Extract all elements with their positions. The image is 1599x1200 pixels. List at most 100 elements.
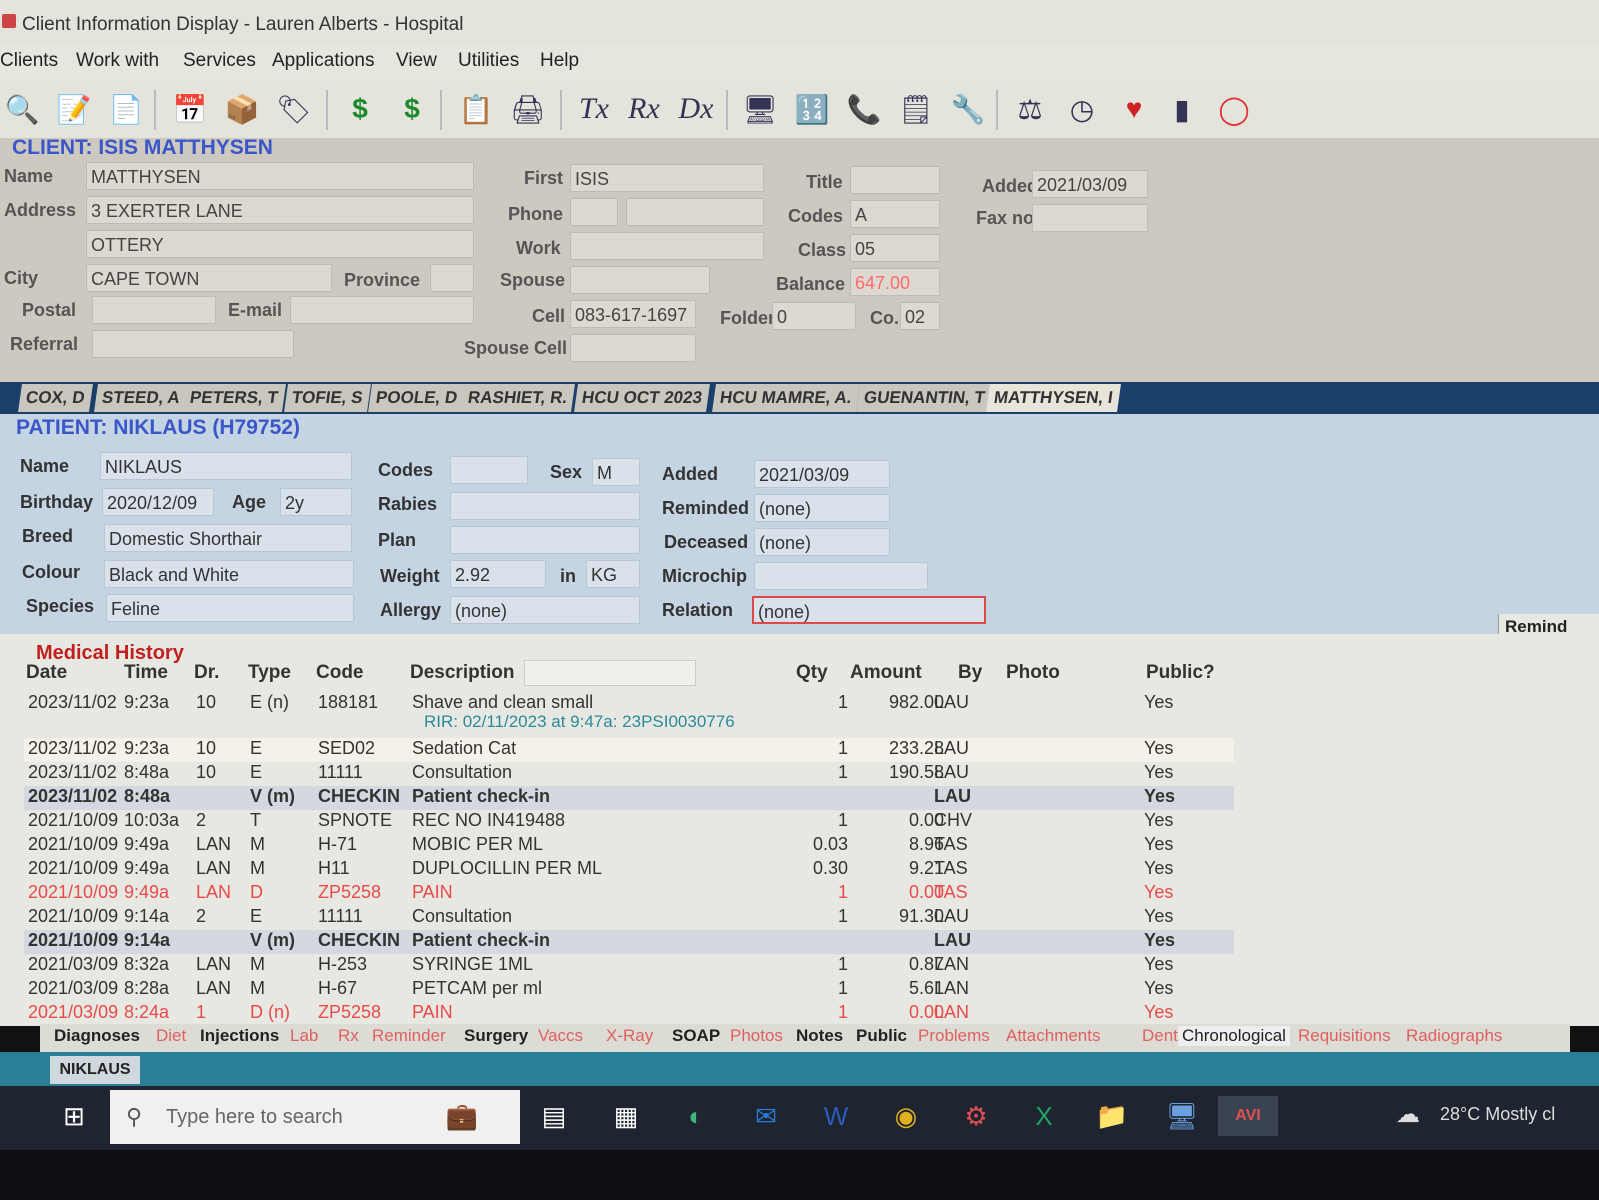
tab-surgery[interactable]: Surgery (464, 1026, 528, 1046)
tab-vaccs[interactable]: Vaccs (538, 1026, 583, 1046)
co-field[interactable]: 02 (900, 302, 940, 330)
calculator-icon[interactable]: 🔢 (792, 88, 832, 130)
col-date-header[interactable]: Date (26, 662, 67, 684)
clipboard-icon[interactable]: 📋 (456, 88, 496, 130)
tab-notes[interactable]: Notes (796, 1026, 843, 1046)
table-row[interactable]: 2023/11/02 8:48a V (m) CHECKIN Patient check… (24, 786, 1234, 810)
briefcase-icon[interactable]: 💼 (440, 1096, 484, 1136)
tab-attachments[interactable]: Attachments (1006, 1026, 1101, 1046)
col-public-header[interactable]: Public? (1146, 662, 1215, 684)
breed-field[interactable]: Domestic Shorthair (104, 524, 352, 552)
task-view-icon[interactable]: ▤ (532, 1096, 576, 1136)
table-row[interactable]: 2021/10/09 9:49a LAN M H-71 MOBIC PER ML 0.03 8… (24, 834, 1234, 858)
client-tab[interactable]: TOFIE, S (284, 384, 371, 412)
rabies-field[interactable] (450, 492, 640, 520)
tab-injections[interactable]: Injections (200, 1026, 279, 1046)
wrench-icon[interactable]: 🔧 (948, 88, 988, 130)
tab-requisitions[interactable]: Requisitions (1298, 1026, 1391, 1046)
clock-icon[interactable]: ◷ (1062, 88, 1102, 130)
monitor-icon[interactable]: 🖥 (740, 88, 780, 130)
menu-work-with[interactable]: Work with (76, 50, 159, 72)
menu-help[interactable]: Help (540, 50, 579, 72)
client-tab[interactable]: RASHIET, R. (460, 384, 576, 412)
plan-field[interactable] (450, 526, 640, 554)
city-field[interactable]: CAPE TOWN (86, 264, 332, 292)
col-photo-header[interactable]: Photo (1006, 662, 1060, 684)
tag-icon[interactable]: 🏷 (274, 88, 314, 130)
tx-icon[interactable]: Tx (574, 88, 614, 130)
colour-field[interactable]: Black and White (104, 560, 354, 588)
fax-field[interactable] (1032, 204, 1148, 232)
windows-icon[interactable]: ⊞ (52, 1096, 96, 1136)
tab-soap[interactable]: SOAP (672, 1026, 720, 1046)
table-row[interactable]: 2021/10/09 10:03a 2 T SPNOTE REC NO IN419488 1… (24, 810, 1234, 834)
province-field[interactable] (430, 264, 474, 292)
client-tab[interactable]: PETERS, T (182, 384, 286, 412)
notepad-icon[interactable]: 🗒 (896, 88, 936, 130)
client-tab[interactable]: STEED, A (94, 384, 188, 412)
tab-problems[interactable]: Problems (918, 1026, 990, 1046)
cell-field[interactable]: 083-617-1697 (570, 300, 696, 328)
menu-view[interactable]: View (396, 50, 437, 72)
class-field[interactable]: 05 (850, 234, 940, 262)
remote-icon[interactable]: 🖥 (1160, 1096, 1204, 1136)
patient-codes-field[interactable] (450, 456, 528, 484)
client-tab-active[interactable]: MATTHYSEN, I (986, 384, 1121, 412)
edit-icon[interactable]: 📝 (54, 88, 94, 130)
client-tab[interactable]: COX, D (18, 384, 93, 412)
dollar-icon[interactable]: $ (340, 88, 380, 130)
table-row[interactable]: 2021/03/09 8:24a 1 D (n) ZP5258 PAIN 1 0.00 LAN Y… (24, 1002, 1234, 1026)
printer-icon[interactable]: 🖨 (508, 88, 548, 130)
tab-chronological[interactable]: Chronological (1178, 1026, 1290, 1046)
col-description-header[interactable]: Description (410, 662, 515, 684)
tab-radiographs[interactable]: Radiographs (1406, 1026, 1502, 1046)
tab-diagnoses[interactable]: Diagnoses (54, 1026, 140, 1046)
col-qty-header[interactable]: Qty (796, 662, 828, 684)
email-field[interactable] (290, 296, 474, 324)
edge-icon[interactable]: ◐ (674, 1096, 718, 1136)
box-icon[interactable]: 📦 (222, 88, 262, 130)
menu-applications[interactable]: Applications (272, 50, 374, 72)
patient-name-field[interactable]: NIKLAUS (100, 452, 352, 480)
tab-public[interactable]: Public (856, 1026, 907, 1046)
tab-lab[interactable]: Lab (290, 1026, 318, 1046)
table-row[interactable]: 2023/11/02 8:48a 10 E 11111 Consultation 1 190.… (24, 762, 1234, 786)
address-line1-field[interactable]: 3 EXERTER LANE (86, 196, 474, 224)
folder-icon[interactable]: 📁 (1090, 1096, 1134, 1136)
client-tab[interactable]: HCU MAMRE, A. (712, 384, 860, 412)
deceased-field[interactable]: (none) (754, 528, 890, 556)
codes-field[interactable]: A (850, 200, 940, 228)
search-icon[interactable]: 🔍 (2, 88, 42, 130)
calendar-icon[interactable]: 📅 (170, 88, 210, 130)
chrome-icon[interactable]: ◉ (884, 1096, 928, 1136)
description-filter-input[interactable] (524, 660, 696, 686)
avi-app-icon[interactable]: AVI (1218, 1096, 1278, 1136)
tab-reminder[interactable]: Reminder (372, 1026, 446, 1046)
table-row[interactable]: 2021/03/09 8:32a LAN M H-253 SYRINGE 1ML 1 0.87… (24, 954, 1234, 978)
client-tab[interactable]: HCU OCT 2023 (574, 384, 710, 412)
col-type-header[interactable]: Type (248, 662, 291, 684)
table-row[interactable]: 2023/11/02 9:23a 10 E SED02 Sedation Cat 1 233.… (24, 738, 1234, 762)
allergy-field[interactable]: (none) (450, 596, 640, 624)
phone-field[interactable] (626, 198, 764, 226)
table-row[interactable]: 2021/10/09 9:14a 2 E 11111 Consultation 1 91.30… (24, 906, 1234, 930)
table-row[interactable]: 2021/10/09 9:49a LAN M H11 DUPLOCILLIN PER ML… (24, 858, 1234, 882)
col-time-header[interactable]: Time (124, 662, 168, 684)
sex-field[interactable]: M (592, 458, 640, 486)
folder-field[interactable]: 0 (772, 302, 856, 330)
app-icon[interactable]: ⚙ (954, 1096, 998, 1136)
excel-icon[interactable]: X (1022, 1096, 1066, 1136)
patient-status-tab[interactable]: NIKLAUS (50, 1056, 140, 1084)
document-icon[interactable]: 📄 (106, 88, 146, 130)
heartbeat-icon[interactable]: ♥ (1114, 88, 1154, 130)
table-row[interactable]: 2021/03/09 8:28a LAN M H-67 PETCAM per ml 1 5.6… (24, 978, 1234, 1002)
weight-unit-field[interactable]: KG (586, 560, 640, 588)
client-tab[interactable]: POOLE, D (368, 384, 466, 412)
first-name-field[interactable]: ISIS (570, 164, 764, 192)
species-field[interactable]: Feline (106, 594, 354, 622)
calculator-app-icon[interactable]: ▦ (604, 1096, 648, 1136)
tab-photos[interactable]: Photos (730, 1026, 783, 1046)
tab-diet[interactable]: Diet (156, 1026, 186, 1046)
word-icon[interactable]: W (814, 1096, 858, 1136)
table-row[interactable]: 2021/10/09 9:49a LAN D ZP5258 PAIN 1 0.00 TAS Yes (24, 882, 1234, 906)
